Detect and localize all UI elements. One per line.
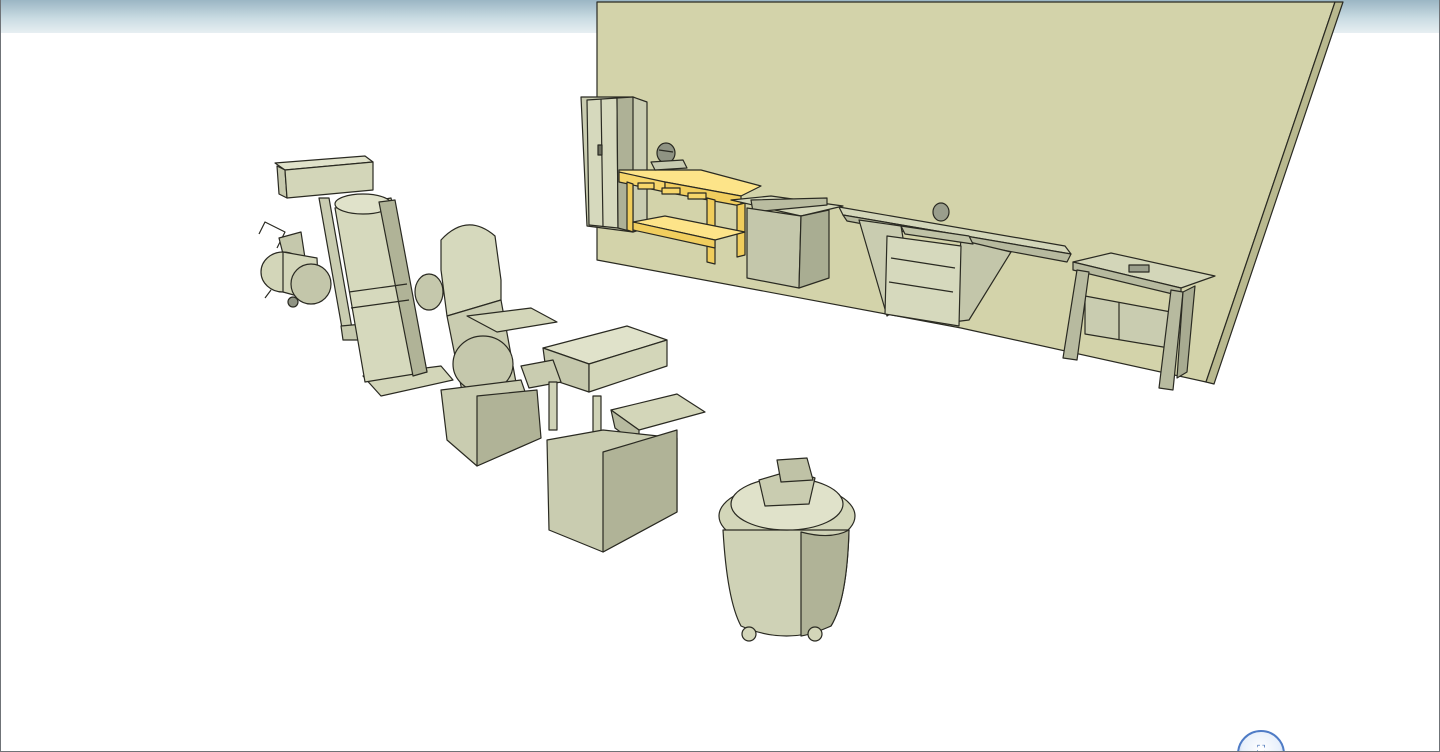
storage-cabinet[interactable]	[580, 96, 648, 233]
air-compressor[interactable]	[258, 221, 332, 308]
nav-widget-label: ⛶	[1257, 743, 1265, 752]
band-saw[interactable]	[440, 224, 558, 467]
thickness-planer[interactable]	[520, 325, 706, 553]
table-saw[interactable]	[730, 195, 844, 289]
3d-viewport[interactable]: ⛶	[0, 0, 1440, 752]
workshop-scene[interactable]	[1, 0, 1440, 752]
shop-vacuum[interactable]	[718, 457, 856, 642]
dust-collector[interactable]	[334, 193, 454, 397]
